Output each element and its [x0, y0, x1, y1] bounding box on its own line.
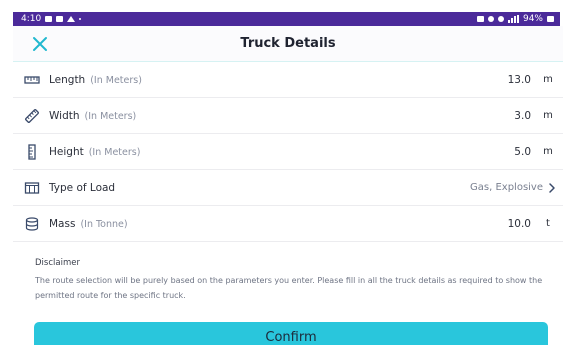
- signal-icon: [507, 15, 519, 23]
- status-right: 94%: [476, 14, 554, 24]
- message-icon: [56, 16, 64, 22]
- width-ruler-icon: [25, 109, 39, 123]
- page-title: Truck Details: [240, 36, 336, 51]
- width-input[interactable]: 3.0: [514, 110, 531, 122]
- battery-icon: [547, 16, 554, 22]
- height-row[interactable]: Height (In Meters) 5.0 m: [13, 134, 563, 170]
- truck-details-list: Length (In Meters) 13.0 m Width (In Meters…: [13, 62, 563, 242]
- disclaimer-text: The route selection will be purely based…: [35, 276, 543, 300]
- width-label: Width (In Meters): [49, 109, 137, 122]
- type-of-load-row[interactable]: Type of Load Gas, Explosive: [13, 170, 563, 206]
- weight-icon: [25, 217, 39, 231]
- length-label: Length (In Meters): [49, 73, 142, 86]
- height-input[interactable]: 5.0: [514, 146, 531, 158]
- length-hint: (In Meters): [90, 74, 142, 86]
- width-unit: m: [543, 110, 553, 121]
- location-icon: [487, 16, 494, 22]
- disclaimer-title: Disclaimer: [35, 258, 80, 268]
- mass-hint: (In Tonne): [80, 218, 128, 230]
- cargo-icon: [24, 182, 40, 194]
- notification-icon: [45, 16, 53, 22]
- wifi-icon: [497, 16, 504, 22]
- disclaimer: Disclaimer The route selection will be p…: [35, 258, 555, 303]
- status-time: 4:10: [21, 14, 42, 24]
- status-left: 4:10: [21, 14, 82, 24]
- chevron-right-icon[interactable]: [547, 182, 557, 194]
- mass-label: Mass (In Tonne): [49, 217, 128, 230]
- mass-unit: t: [546, 218, 550, 229]
- type-of-load-value[interactable]: Gas, Explosive: [470, 182, 543, 193]
- width-hint: (In Meters): [84, 110, 137, 122]
- height-unit: m: [543, 146, 553, 157]
- height-ruler-icon: [28, 144, 36, 160]
- mass-row[interactable]: Mass (In Tonne) 10.0 t: [13, 206, 563, 242]
- width-row[interactable]: Width (In Meters) 3.0 m: [13, 98, 563, 134]
- battery-level: 94%: [522, 14, 543, 24]
- height-label: Height (In Meters): [49, 145, 141, 158]
- length-row[interactable]: Length (In Meters) 13.0 m: [13, 62, 563, 98]
- height-hint: (In Meters): [88, 146, 141, 158]
- mass-input[interactable]: 10.0: [508, 218, 531, 230]
- length-unit: m: [543, 74, 553, 85]
- type-of-load-label: Type of Load: [49, 181, 116, 194]
- mute-icon: [476, 16, 484, 22]
- more-notifications-icon: [79, 18, 82, 20]
- header: Truck Details: [13, 26, 563, 62]
- status-bar: 4:10 94%: [13, 12, 560, 26]
- ruler-icon: [24, 76, 40, 84]
- cloud-icon: [67, 16, 76, 22]
- length-input[interactable]: 13.0: [508, 74, 531, 86]
- confirm-button[interactable]: Confirm: [34, 322, 548, 345]
